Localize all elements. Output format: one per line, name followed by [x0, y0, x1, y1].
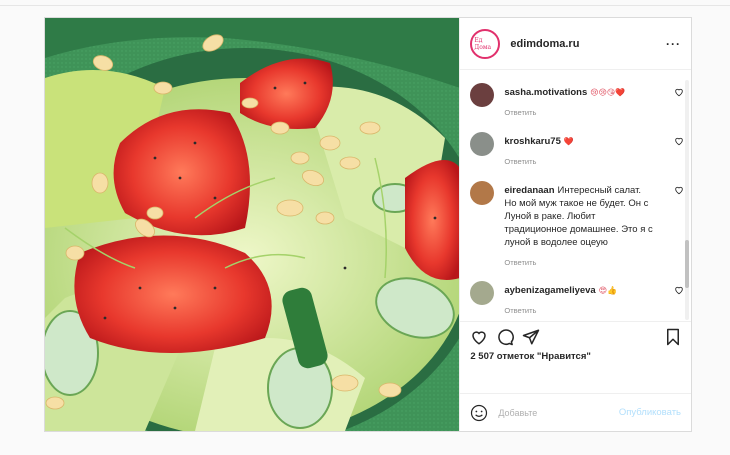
- avatar[interactable]: [470, 132, 495, 156]
- more-icon[interactable]: ···: [666, 37, 681, 51]
- like-heart-icon[interactable]: [470, 328, 488, 346]
- comments-scrollbar-thumb[interactable]: [685, 240, 689, 288]
- comment-item: kroshkaru75 ❤️ Ответить: [470, 132, 684, 168]
- salad-image: [45, 18, 460, 431]
- comment-username[interactable]: kroshkaru75: [504, 136, 561, 147]
- add-comment-input[interactable]: [498, 407, 619, 418]
- comment-body: kroshkaru75 ❤️ Ответить: [504, 135, 654, 168]
- like-comment-heart-icon[interactable]: [674, 185, 684, 195]
- post-photo[interactable]: [45, 18, 460, 431]
- post-header: Ед Дома edimdoma.ru ···: [460, 18, 691, 70]
- comments-list: sasha.motivations 😢😢😘❤️ Ответить kroshkar…: [460, 70, 691, 321]
- instagram-post: Ед Дома edimdoma.ru ··· sasha.motivation…: [44, 17, 692, 432]
- author-avatar-logo: Ед Дома: [474, 32, 497, 55]
- emoji-smiley-icon[interactable]: [470, 404, 488, 422]
- comment-text: 😢😢😘❤️: [590, 88, 626, 97]
- comment-username[interactable]: aybenizagameliyeva: [504, 285, 595, 296]
- avatar[interactable]: [470, 83, 495, 107]
- comment-body: aybenizagameliyeva 😍👍 Ответить: [504, 284, 654, 317]
- comment-text: ❤️: [563, 137, 574, 146]
- reply-button[interactable]: Ответить: [504, 256, 654, 269]
- comment-item: sasha.motivations 😢😢😘❤️ Ответить: [470, 83, 684, 119]
- add-comment-bar: Опубликовать: [460, 393, 691, 431]
- publish-button[interactable]: Опубликовать: [619, 407, 681, 418]
- reply-button[interactable]: Ответить: [504, 106, 654, 119]
- comment-item: aybenizagameliyeva 😍👍 Ответить: [470, 281, 684, 317]
- like-comment-heart-icon[interactable]: [674, 136, 684, 146]
- comment-username[interactable]: sasha.motivations: [504, 87, 587, 98]
- bookmark-icon[interactable]: [665, 328, 681, 346]
- top-divider: [0, 0, 730, 6]
- comment-username[interactable]: eiredanaan: [504, 185, 554, 196]
- comment-body: eiredanaan Интересный салат. Но мой муж т…: [504, 184, 654, 269]
- post-actions: [460, 321, 691, 351]
- post-sidebar: Ед Дома edimdoma.ru ··· sasha.motivation…: [459, 18, 691, 431]
- comment-bubble-icon[interactable]: [496, 328, 515, 346]
- likes-count[interactable]: 2 507 отметок "Нравится": [460, 351, 691, 365]
- share-direct-icon[interactable]: [522, 328, 540, 346]
- author-avatar[interactable]: Ед Дома: [470, 28, 501, 59]
- author-username[interactable]: edimdoma.ru: [510, 38, 666, 50]
- comment-text: 😍👍: [598, 286, 618, 295]
- like-comment-heart-icon[interactable]: [674, 285, 684, 295]
- reply-button[interactable]: Ответить: [504, 155, 654, 168]
- comment-item: eiredanaan Интересный салат. Но мой муж т…: [470, 181, 684, 269]
- comment-body: sasha.motivations 😢😢😘❤️ Ответить: [504, 86, 654, 119]
- reply-button[interactable]: Ответить: [504, 304, 654, 317]
- avatar[interactable]: [470, 181, 495, 205]
- avatar[interactable]: [470, 281, 495, 305]
- like-comment-heart-icon[interactable]: [674, 87, 684, 97]
